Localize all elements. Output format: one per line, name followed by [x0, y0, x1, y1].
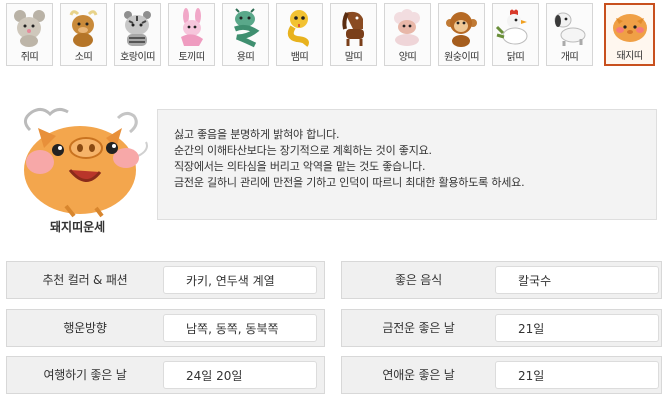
info-value: 칼국수 — [495, 266, 659, 294]
tab-label: 닭띠 — [506, 52, 525, 63]
tab-label: 양띠 — [398, 52, 417, 63]
info-value: 24일 20일 — [163, 361, 317, 389]
tab-label: 용띠 — [236, 52, 255, 63]
tab-label: 뱀띠 — [290, 52, 309, 63]
fortune-text-box: 싫고 좋음을 분명하게 밝혀야 합니다. 순간의 이해타산보다는 장기적으로 계… — [157, 109, 657, 220]
monkey-icon — [446, 12, 477, 47]
info-panel-color-fashion: 추천 컬러 & 패션 카키, 연두색 계열 — [6, 261, 325, 299]
tab-tiger[interactable]: 호랑이띠 — [114, 3, 161, 66]
fortune-line: 싫고 좋음을 분명하게 밝혀야 합니다. — [174, 128, 340, 141]
fortune-line: 금전운 길하니 관리에 만전을 기하고 인덕이 따르니 최대한 활용하도록 하세… — [174, 176, 525, 189]
info-value: 카키, 연두색 계열 — [163, 266, 317, 294]
pig-icon — [613, 14, 647, 42]
fortune-line: 순간의 이해타산보다는 장기적으로 계획하는 것이 좋지요. — [174, 144, 432, 157]
info-label: 연애운 좋은 날 — [382, 368, 455, 382]
rooster-icon — [495, 9, 528, 45]
tab-rabbit[interactable]: 토끼띠 — [168, 3, 215, 66]
dog-icon — [554, 12, 586, 46]
tab-monkey[interactable]: 원숭이띠 — [438, 3, 485, 66]
tab-ox[interactable]: 소띠 — [60, 3, 107, 66]
pig-mascot-icon — [24, 107, 148, 218]
tab-label: 말띠 — [344, 52, 363, 63]
tab-rooster[interactable]: 닭띠 — [492, 3, 539, 66]
tab-label: 쥐띠 — [20, 52, 39, 63]
tab-label: 원숭이띠 — [444, 52, 479, 63]
tab-dog[interactable]: 개띠 — [546, 3, 593, 66]
info-label: 여행하기 좋은 날 — [43, 368, 127, 382]
tab-label: 호랑이띠 — [120, 52, 155, 63]
horse-icon — [342, 11, 364, 46]
sheep-icon — [394, 9, 420, 46]
tiger-icon — [124, 11, 151, 46]
info-label: 좋은 음식 — [395, 273, 442, 287]
tab-pig[interactable]: 돼지띠 — [604, 3, 655, 66]
tab-horse[interactable]: 말띠 — [330, 3, 377, 66]
info-panel-travel-day: 여행하기 좋은 날 24일 20일 — [6, 356, 325, 394]
info-panel-money-day: 금전운 좋은 날 21일 — [341, 309, 662, 347]
dragon-icon — [234, 8, 260, 48]
snake-icon — [287, 10, 309, 47]
info-label: 행운방향 — [63, 321, 107, 335]
fortune-line: 직장에서는 의타심을 버리고 악역을 맡는 것도 좋습니다. — [174, 160, 426, 173]
zodiac-tab-bar: 쥐띠 소띠 호랑이띠 토끼띠 용띠 뱀띠 말띠 양띠 원숭이띠 닭띠 개띠 돼지… — [6, 3, 666, 69]
tab-sheep[interactable]: 양띠 — [384, 3, 431, 66]
info-panel-lucky-direction: 행운방향 남쪽, 동쪽, 동북쪽 — [6, 309, 325, 347]
rat-icon — [14, 10, 45, 47]
tab-label: 소띠 — [74, 52, 93, 63]
info-label: 추천 컬러 & 패션 — [42, 273, 128, 287]
info-value: 남쪽, 동쪽, 동북쪽 — [163, 314, 317, 342]
tab-label: 토끼띠 — [178, 52, 205, 63]
tab-snake[interactable]: 뱀띠 — [276, 3, 323, 66]
tab-rat[interactable]: 쥐띠 — [6, 3, 53, 66]
info-value: 21일 — [495, 314, 659, 342]
tab-dragon[interactable]: 용띠 — [222, 3, 269, 66]
tab-label: 개띠 — [560, 52, 579, 63]
info-panel-love-day: 연애운 좋은 날 21일 — [341, 356, 662, 394]
info-value: 21일 — [495, 361, 659, 389]
tab-label: 돼지띠 — [616, 51, 643, 62]
info-panel-good-food: 좋은 음식 칼국수 — [341, 261, 662, 299]
info-label: 금전운 좋은 날 — [382, 321, 455, 335]
ox-icon — [69, 10, 98, 47]
pig-caption: 돼지띠운세 — [50, 220, 106, 234]
rabbit-icon — [181, 8, 203, 46]
